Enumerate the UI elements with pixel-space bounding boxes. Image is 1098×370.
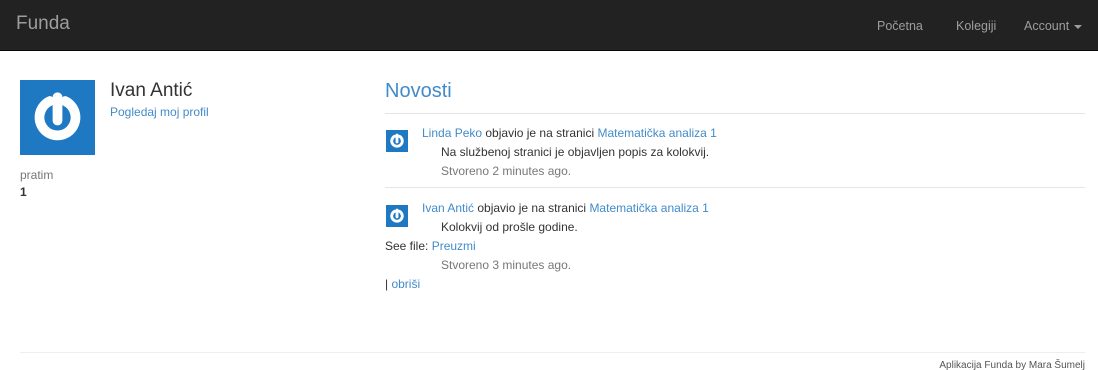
download-file-link[interactable]: Preuzmi xyxy=(432,239,476,253)
following-label: pratim xyxy=(20,168,54,182)
news-action-text: objavio je na stranici xyxy=(482,126,598,140)
top-navbar: Funda Početna Kolegiji Account xyxy=(0,0,1098,51)
news-item-avatar xyxy=(386,130,408,152)
news-item-body: Na službenoj stranici je objavljen popis… xyxy=(441,145,710,159)
news-action-text: objavio je na stranici xyxy=(474,201,590,215)
footer-credit: Aplikacija Funda by Mara Šumelj xyxy=(939,360,1085,370)
brand-link[interactable]: Funda xyxy=(16,13,70,35)
news-item-timestamp: Stvoreno 3 minutes ago. xyxy=(441,258,572,272)
profile-name: Ivan Antić xyxy=(110,80,193,101)
profile-avatar xyxy=(20,80,95,155)
news-page-link[interactable]: Matematička analiza 1 xyxy=(597,126,716,140)
news-item-avatar xyxy=(386,205,408,227)
news-item-header: Ivan Antić objavio je na stranici Matema… xyxy=(422,201,709,215)
nav-home-link[interactable]: Početna xyxy=(877,19,923,33)
delete-post-link[interactable]: obriši xyxy=(391,277,420,291)
power-icon xyxy=(20,80,95,155)
news-item-body: Kolokvij od prošle godine. xyxy=(441,220,578,234)
news-item-header: Linda Peko objavio je na stranici Matema… xyxy=(422,126,717,140)
nav-account-dropdown[interactable]: Account xyxy=(1024,19,1083,33)
news-page-link[interactable]: Matematička analiza 1 xyxy=(589,201,708,215)
news-divider xyxy=(385,187,1085,188)
news-author-link[interactable]: Ivan Antić xyxy=(422,201,474,215)
power-icon xyxy=(386,205,408,227)
news-item-actions: | obriši xyxy=(385,277,420,291)
footer-divider xyxy=(20,352,1085,353)
news-item-timestamp: Stvoreno 2 minutes ago. xyxy=(441,164,572,178)
following-count: 1 xyxy=(20,185,27,199)
power-icon xyxy=(386,130,408,152)
nav-courses-link[interactable]: Kolegiji xyxy=(956,19,996,33)
file-label: See file: xyxy=(385,239,432,253)
caret-down-icon xyxy=(1074,24,1083,29)
news-item-file: See file: Preuzmi xyxy=(385,239,476,253)
news-author-link[interactable]: Linda Peko xyxy=(422,126,482,140)
news-title: Novosti xyxy=(385,80,452,102)
news-divider xyxy=(385,113,1085,114)
view-profile-link[interactable]: Pogledaj moj profil xyxy=(110,105,209,119)
nav-account-label: Account xyxy=(1024,19,1070,33)
